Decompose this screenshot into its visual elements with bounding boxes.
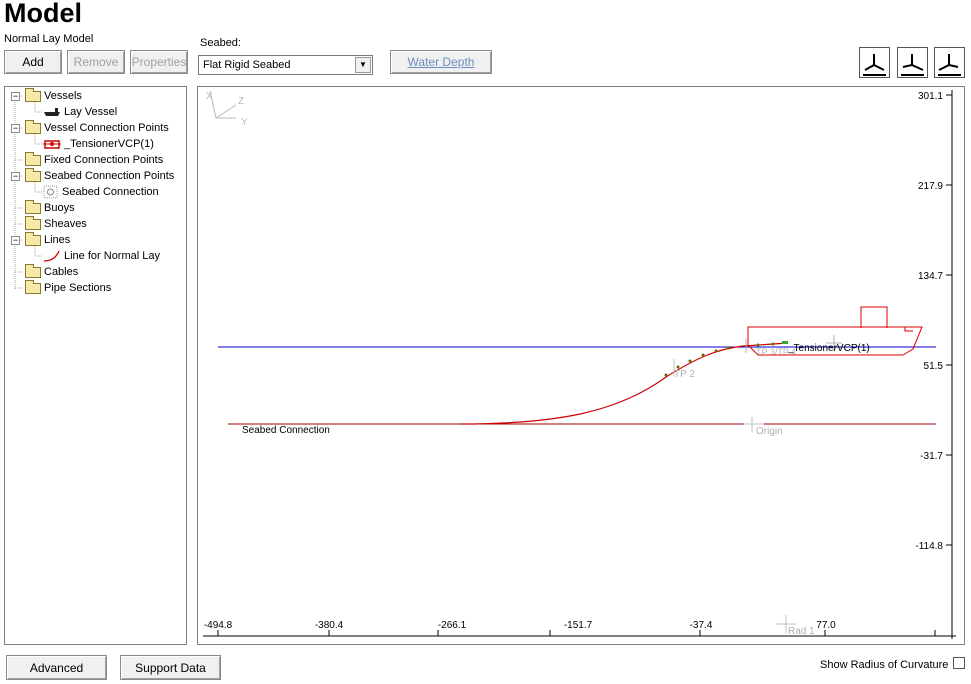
y-tick-label: 51.5 [924,361,944,372]
properties-button[interactable]: Properties [130,50,188,74]
tree-label: Fixed Connection Points [44,154,164,166]
remove-button[interactable]: Remove [67,50,125,74]
tree-item-seabed-connection[interactable]: Seabed Connection [43,184,159,200]
show-radius-checkbox[interactable] [953,657,965,669]
seabed-connection-label: Seabed Connection [242,425,330,436]
model-subtitle: Normal Lay Model [4,33,94,45]
folder-icon [25,119,41,134]
tree-item-seabed-connection-points[interactable]: Seabed Connection Points [25,167,175,184]
tree-item-buoys[interactable]: Buoys [25,199,75,216]
x-tick-label: -494.8 [204,620,233,631]
tensioner-label: _TensionerVCP(1) [787,343,870,354]
seabed-select[interactable]: Flat Rigid Seabed ▼ [198,55,373,75]
show-radius-label: Show Radius of Curvature [820,659,949,671]
tree-item-line-normal-lay[interactable]: Line for Normal Lay [43,248,160,264]
axis-x-label: X [206,91,213,102]
seabed-connection-icon [43,185,58,199]
x-tick-label: -380.4 [315,620,344,631]
tree-item-lines[interactable]: Lines [25,231,71,248]
x-tick-label: -37.4 [690,620,713,631]
folder-icon [25,215,41,230]
y-ticks [946,94,952,546]
view-side-icon[interactable] [897,47,928,78]
y-tick-label: 217.9 [918,181,943,192]
tree-label: Sheaves [44,218,87,230]
y-tick-label: 134.7 [918,271,943,282]
support-data-button[interactable]: Support Data [120,655,221,680]
tree-item-vessel-connection-points[interactable]: Vessel Connection Points [25,119,169,136]
folder-icon [25,199,41,214]
tree-label: Vessel Connection Points [44,122,169,134]
folder-icon [25,231,41,246]
rad1-label: Rad 1 [788,626,815,637]
folder-icon [25,167,41,182]
y-tick-label: -114.8 [915,541,943,552]
view-plan-icon[interactable] [934,47,965,78]
tree-label: Seabed Connection [62,186,159,198]
tree-item-cables[interactable]: Cables [25,263,79,280]
tree-label: Line for Normal Lay [64,250,160,262]
seabed-label: Seabed: [200,37,241,49]
tree-label: Pipe Sections [44,282,112,294]
collapse-vessels[interactable]: − [11,92,20,101]
tree-label: Cables [44,266,79,278]
view-3d-icon[interactable] [859,47,890,78]
tree-item-pipe-sections[interactable]: Pipe Sections [25,279,112,296]
tree-label: _TensionerVCP(1) [64,138,154,150]
seabed-select-value: Flat Rigid Seabed [203,59,291,71]
axis-y-label: Y [241,117,248,128]
tree-label: Vessels [44,90,82,102]
pipe-line-curve [459,342,789,425]
chevron-down-icon[interactable]: ▼ [355,57,371,73]
origin-label: Origin [756,426,783,437]
folder-icon [25,263,41,278]
axis-triad-icon [209,90,237,119]
folder-icon [25,151,41,166]
line-icon [43,250,60,262]
x-tick-label: -151.7 [564,620,593,631]
y-tick-label: 301.1 [918,91,943,102]
collapse-seabed-cp[interactable]: − [11,172,20,181]
tree-label: Buoys [44,202,75,214]
add-button[interactable]: Add [4,50,62,74]
axis-z-label: Z [238,96,244,107]
x-tick-label: -266.1 [438,620,467,631]
page-title: Model [4,0,82,28]
tree-item-sheaves[interactable]: Sheaves [25,215,87,232]
tensioner-icon [43,139,61,149]
tree-item-tensioner-vcp[interactable]: _TensionerVCP(1) [43,136,154,152]
model-view-canvas[interactable]: X Z Y 301.1 217.9 134.7 51.5 -31.7 -114.… [197,86,965,645]
tree-label: Lines [44,234,71,246]
model-tree[interactable]: − − − − Vessels Lay Vessel Vessel Connec… [4,86,187,645]
tree-label: Seabed Connection Points [44,170,175,182]
water-depth-button[interactable]: Water Depth [390,50,492,74]
collapse-vcp[interactable]: − [11,124,20,133]
folder-icon [25,279,41,294]
tree-item-vessels[interactable]: Vessels [25,87,82,104]
tp2-label: TP 2 [674,369,695,380]
tree-item-fixed-connection-points[interactable]: Fixed Connection Points [25,151,164,168]
tree-item-lay-vessel[interactable]: Lay Vessel [43,104,117,120]
x-tick-label: 77.0 [816,620,836,631]
folder-icon [25,87,41,102]
vessel-icon [44,108,60,116]
y-tick-label: -31.7 [920,451,943,462]
advanced-button[interactable]: Advanced [6,655,107,680]
collapse-lines[interactable]: − [11,236,20,245]
tree-label: Lay Vessel [64,106,118,118]
